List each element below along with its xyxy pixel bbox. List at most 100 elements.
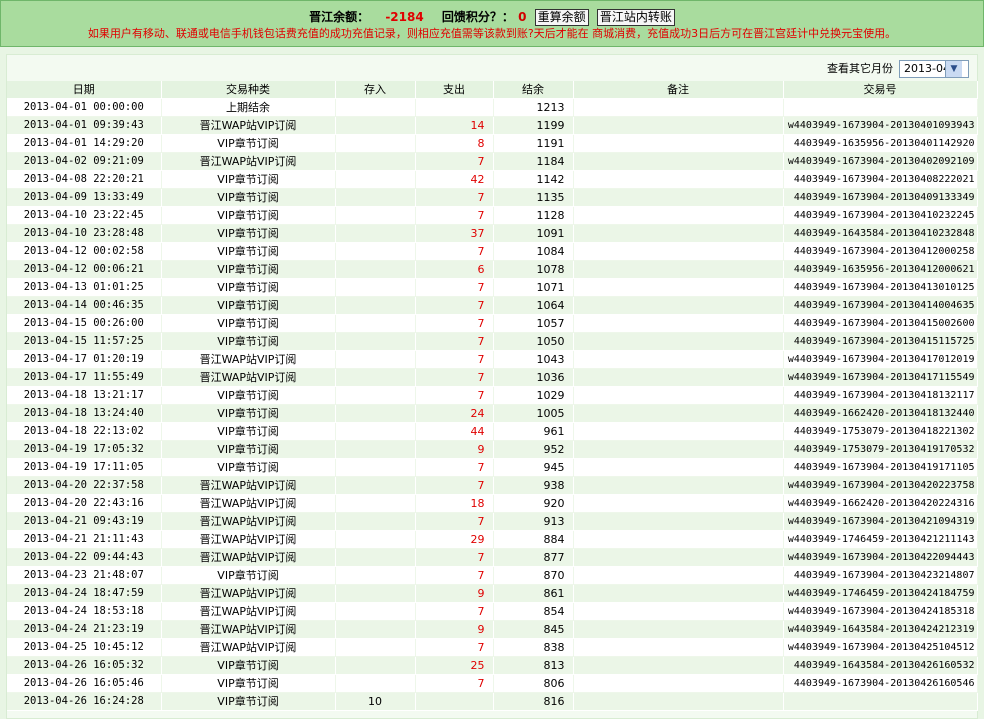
row-deposit <box>335 350 416 369</box>
points-label[interactable]: 回馈积分？： <box>442 10 514 24</box>
row-txid <box>783 692 978 711</box>
row-expense: 7 <box>415 242 494 261</box>
row-expense: 6 <box>415 260 494 279</box>
points-value: 0 <box>518 10 527 24</box>
row-txid: 4403949-1673904-20130414004635 <box>783 296 978 315</box>
row-remark <box>573 422 784 441</box>
row-remark <box>573 458 784 477</box>
row-txid: w4403949-1746459-20130421211143 <box>783 530 978 549</box>
row-date: 2013-04-24 21:23:19 <box>7 620 162 639</box>
row-txid: w4403949-1673904-20130421094319 <box>783 512 978 531</box>
table-row: 2013-04-08 22:20:21 VIP章节订阅 42 1142 4403949-… <box>7 170 978 189</box>
row-deposit <box>335 206 416 225</box>
month-filter-label: 查看其它月份 <box>827 62 893 75</box>
row-txid: 4403949-1643584-20130410232848 <box>783 224 978 243</box>
row-expense: 7 <box>415 602 494 621</box>
column-header-remark: 备注 <box>573 81 784 99</box>
row-remark <box>573 98 784 117</box>
row-balance: 870 <box>493 566 574 585</box>
row-expense: 9 <box>415 440 494 459</box>
row-date: 2013-04-25 10:45:12 <box>7 638 162 657</box>
row-date: 2013-04-01 09:39:43 <box>7 116 162 135</box>
row-date: 2013-04-13 01:01:25 <box>7 278 162 297</box>
row-balance: 952 <box>493 440 574 459</box>
table-row: 2013-04-14 00:46:35 VIP章节订阅 7 1064 4403949-1… <box>7 296 978 315</box>
row-date: 2013-04-09 13:33:49 <box>7 188 162 207</box>
recalc-balance-button[interactable]: 重算余额 <box>534 9 589 26</box>
column-header-date: 日期 <box>7 81 162 99</box>
row-txid: w4403949-1673904-20130425104512 <box>783 638 978 657</box>
row-remark <box>573 260 784 279</box>
chevron-down-icon[interactable]: ▼ <box>945 61 962 77</box>
row-date: 2013-04-21 21:11:43 <box>7 530 162 549</box>
column-header-txid: 交易号 <box>783 81 978 99</box>
table-header-row: 日期 交易种类 存入 支出 结余 备注 交易号 <box>7 81 978 99</box>
row-type: VIP章节订阅 <box>161 260 336 279</box>
row-type: 晋江WAP站VIP订阅 <box>161 512 336 531</box>
row-expense: 7 <box>415 152 494 171</box>
row-txid <box>783 98 978 117</box>
row-type: 晋江WAP站VIP订阅 <box>161 476 336 495</box>
row-type: VIP章节订阅 <box>161 278 336 297</box>
row-expense: 24 <box>415 404 494 423</box>
row-txid: w4403949-1673904-20130401093943 <box>783 116 978 135</box>
row-type: VIP章节订阅 <box>161 404 336 423</box>
account-header: 晋江余额： -2184 回馈积分？： 0 重算余额 晋江站内转账 如果用户有移动… <box>0 0 984 47</box>
row-deposit <box>335 224 416 243</box>
row-date: 2013-04-18 13:24:40 <box>7 404 162 423</box>
row-type: VIP章节订阅 <box>161 332 336 351</box>
row-remark <box>573 386 784 405</box>
table-row: 2013-04-01 14:29:20 VIP章节订阅 8 1191 4403949-1… <box>7 134 978 153</box>
row-balance: 945 <box>493 458 574 477</box>
row-type: 晋江WAP站VIP订阅 <box>161 548 336 567</box>
row-balance: 1184 <box>493 152 574 171</box>
row-deposit <box>335 152 416 171</box>
row-remark <box>573 314 784 333</box>
row-balance: 854 <box>493 602 574 621</box>
month-select[interactable]: 2013-04 ▼ <box>899 60 969 78</box>
row-date: 2013-04-10 23:28:48 <box>7 224 162 243</box>
row-type: 晋江WAP站VIP订阅 <box>161 584 336 603</box>
row-date: 2013-04-17 01:20:19 <box>7 350 162 369</box>
row-remark <box>573 620 784 639</box>
row-txid: 4403949-1662420-20130418132440 <box>783 404 978 423</box>
table-row: 2013-04-10 23:22:45 VIP章节订阅 7 1128 4403949-1… <box>7 206 978 225</box>
table-row: 2013-04-19 17:05:32 VIP章节订阅 9 952 4403949-17… <box>7 440 978 459</box>
row-balance: 845 <box>493 620 574 639</box>
row-type: VIP章节订阅 <box>161 224 336 243</box>
row-date: 2013-04-14 00:46:35 <box>7 296 162 315</box>
row-txid: 4403949-1753079-20130419170532 <box>783 440 978 459</box>
row-balance: 920 <box>493 494 574 513</box>
row-remark <box>573 116 784 135</box>
row-date: 2013-04-10 23:22:45 <box>7 206 162 225</box>
row-type: 晋江WAP站VIP订阅 <box>161 350 336 369</box>
row-type: VIP章节订阅 <box>161 566 336 585</box>
row-expense <box>415 98 494 117</box>
row-txid: w4403949-1673904-20130424185318 <box>783 602 978 621</box>
row-expense: 37 <box>415 224 494 243</box>
row-type: 上期结余 <box>161 98 336 117</box>
row-type: VIP章节订阅 <box>161 692 336 711</box>
row-type: 晋江WAP站VIP订阅 <box>161 116 336 135</box>
row-remark <box>573 206 784 225</box>
row-type: VIP章节订阅 <box>161 296 336 315</box>
row-balance: 1091 <box>493 224 574 243</box>
row-balance: 1213 <box>493 98 574 117</box>
row-remark <box>573 692 784 711</box>
row-expense: 7 <box>415 188 494 207</box>
row-balance: 884 <box>493 530 574 549</box>
site-transfer-button[interactable]: 晋江站内转账 <box>596 9 675 26</box>
row-balance: 861 <box>493 584 574 603</box>
row-expense: 7 <box>415 296 494 315</box>
row-deposit <box>335 242 416 261</box>
row-date: 2013-04-08 22:20:21 <box>7 170 162 189</box>
row-remark <box>573 350 784 369</box>
table-row: 2013-04-23 21:48:07 VIP章节订阅 7 870 4403949-16… <box>7 566 978 585</box>
row-txid: w4403949-1673904-20130417115549 <box>783 368 978 387</box>
row-type: VIP章节订阅 <box>161 458 336 477</box>
row-deposit <box>335 548 416 567</box>
row-balance: 1084 <box>493 242 574 261</box>
row-remark <box>573 296 784 315</box>
table-row: 2013-04-24 18:53:18 晋江WAP站VIP订阅 7 854 w44039… <box>7 602 978 621</box>
row-remark <box>573 530 784 549</box>
